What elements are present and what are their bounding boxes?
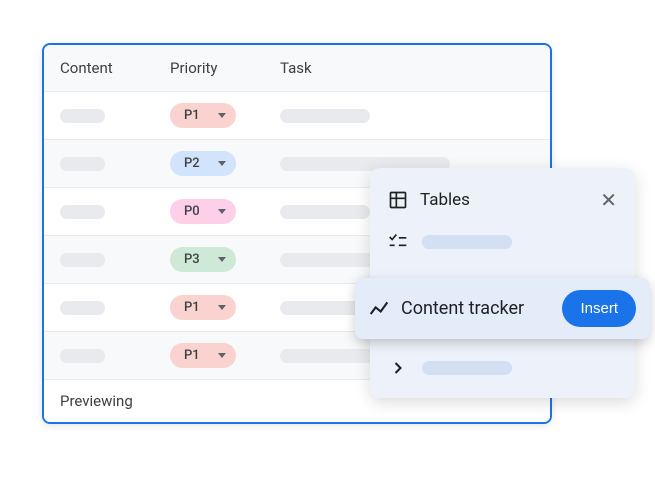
content-placeholder [60,301,105,315]
popup-item-label-placeholder [422,235,512,249]
content-placeholder [60,253,105,267]
chevron-down-icon [218,113,226,118]
cell-priority[interactable]: P2 [154,151,264,176]
chevron-down-icon [218,257,226,262]
priority-chip[interactable]: P0 [170,199,236,224]
cell-priority[interactable]: P1 [154,103,264,128]
content-placeholder [60,205,105,219]
chevron-right-icon [388,358,408,378]
priority-label: P1 [184,348,200,363]
priority-label: P2 [184,156,200,171]
priority-label: P1 [184,300,200,315]
table-icon [388,190,408,210]
checklist-icon [388,232,408,252]
header-content[interactable]: Content [44,45,154,91]
header-priority[interactable]: Priority [154,45,264,91]
chevron-down-icon [218,161,226,166]
chevron-down-icon [218,305,226,310]
popup-item-label-placeholder [422,361,512,375]
table-row[interactable]: P1 [44,92,550,140]
priority-chip[interactable]: P3 [170,247,236,272]
popup-title: Tables [388,190,470,210]
popup-item-more[interactable] [370,348,635,388]
content-placeholder [60,109,105,123]
content-placeholder [60,349,105,363]
task-placeholder [280,205,370,219]
task-placeholder [280,109,370,123]
chevron-down-icon [218,209,226,214]
cell-content[interactable] [44,349,154,363]
priority-label: P3 [184,252,200,267]
popup-title-text: Tables [420,190,470,210]
content-tracker-label: Content tracker [401,298,550,319]
cell-task[interactable] [264,109,550,123]
priority-chip[interactable]: P2 [170,151,236,176]
insert-button[interactable]: Insert [562,290,636,327]
header-task[interactable]: Task [264,45,550,91]
cell-content[interactable] [44,109,154,123]
cell-content[interactable] [44,157,154,171]
priority-chip[interactable]: P1 [170,343,236,368]
priority-chip[interactable]: P1 [170,295,236,320]
priority-label: P0 [184,204,200,219]
popup-item-content-tracker[interactable]: Content tracker Insert [355,278,650,339]
priority-label: P1 [184,108,200,123]
cell-priority[interactable]: P0 [154,199,264,224]
cell-priority[interactable]: P3 [154,247,264,272]
cell-content[interactable] [44,205,154,219]
table-header-row: Content Priority Task [44,45,550,92]
cell-content[interactable] [44,253,154,267]
priority-chip[interactable]: P1 [170,103,236,128]
popup-header: Tables ✕ [370,178,635,222]
close-icon[interactable]: ✕ [600,188,617,212]
trend-icon [369,299,389,319]
chevron-down-icon [218,353,226,358]
content-placeholder [60,157,105,171]
popup-item-checklist[interactable] [370,222,635,262]
cell-content[interactable] [44,301,154,315]
cell-priority[interactable]: P1 [154,343,264,368]
cell-priority[interactable]: P1 [154,295,264,320]
